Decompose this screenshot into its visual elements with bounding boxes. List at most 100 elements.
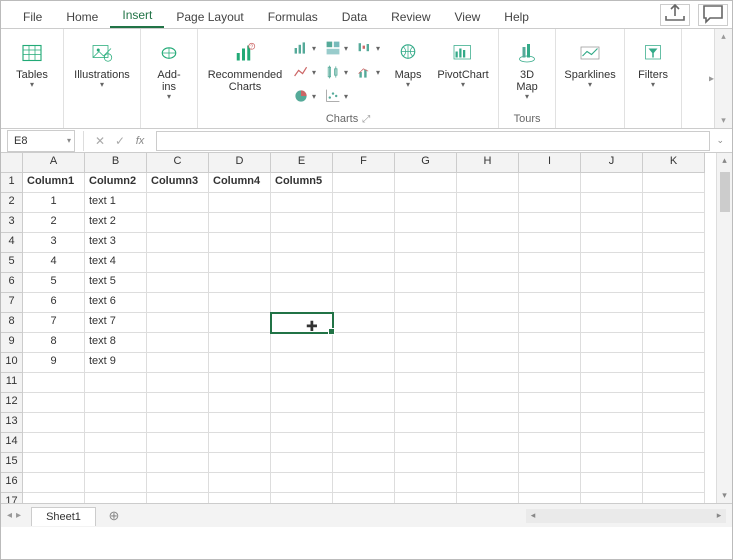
- cell[interactable]: [581, 393, 643, 413]
- formula-expand-icon[interactable]: ⌄: [716, 135, 724, 146]
- sparklines-button[interactable]: Sparklines ▾: [562, 33, 618, 90]
- cell[interactable]: [457, 233, 519, 253]
- cell[interactable]: [457, 453, 519, 473]
- illustrations-button[interactable]: Illustrations ▾: [70, 33, 134, 90]
- row-header[interactable]: 8: [1, 313, 23, 333]
- cell[interactable]: text 4: [85, 253, 147, 273]
- cell[interactable]: [643, 373, 705, 393]
- cell[interactable]: [395, 193, 457, 213]
- cell[interactable]: [271, 493, 333, 503]
- charts-dialog-launcher[interactable]: ⤢: [362, 114, 370, 125]
- cell[interactable]: [333, 233, 395, 253]
- cell[interactable]: [519, 373, 581, 393]
- col-header-h[interactable]: H: [457, 153, 519, 173]
- row-header[interactable]: 6: [1, 273, 23, 293]
- cell[interactable]: [519, 393, 581, 413]
- cell[interactable]: [333, 333, 395, 353]
- cell[interactable]: [271, 213, 333, 233]
- cell[interactable]: Column5: [271, 173, 333, 193]
- vertical-scrollbar[interactable]: ▴ ▾: [716, 153, 732, 503]
- cell[interactable]: [147, 493, 209, 503]
- combo-chart-button[interactable]: ▾: [354, 61, 382, 83]
- recommended-charts-button[interactable]: ? Recommended Charts: [204, 33, 286, 93]
- row-header[interactable]: 1: [1, 173, 23, 193]
- cell[interactable]: [271, 193, 333, 213]
- cell[interactable]: [457, 493, 519, 503]
- cell[interactable]: [581, 253, 643, 273]
- cell[interactable]: [395, 273, 457, 293]
- row-header[interactable]: 13: [1, 413, 23, 433]
- scroll-down-icon[interactable]: ▾: [722, 488, 727, 503]
- scrollbar-thumb[interactable]: [720, 172, 730, 212]
- cell[interactable]: [519, 253, 581, 273]
- cell[interactable]: [643, 253, 705, 273]
- cell[interactable]: [457, 393, 519, 413]
- cell[interactable]: [581, 413, 643, 433]
- cell[interactable]: [23, 453, 85, 473]
- cell[interactable]: [519, 413, 581, 433]
- add-sheet-button[interactable]: ⊕: [106, 508, 122, 524]
- tab-page-layout[interactable]: Page Layout: [164, 5, 255, 28]
- cell[interactable]: [209, 233, 271, 253]
- col-header-i[interactable]: I: [519, 153, 581, 173]
- cell[interactable]: [457, 473, 519, 493]
- cell[interactable]: [457, 173, 519, 193]
- cell[interactable]: [333, 193, 395, 213]
- cell[interactable]: [23, 433, 85, 453]
- cell[interactable]: [271, 473, 333, 493]
- tab-file[interactable]: File: [11, 5, 54, 28]
- cell[interactable]: [85, 453, 147, 473]
- cell[interactable]: [147, 393, 209, 413]
- cell[interactable]: [85, 473, 147, 493]
- cell[interactable]: [519, 193, 581, 213]
- cancel-formula-button[interactable]: ✕: [90, 131, 110, 151]
- cell[interactable]: 2: [23, 213, 85, 233]
- cell[interactable]: [581, 233, 643, 253]
- cell[interactable]: [457, 353, 519, 373]
- cell[interactable]: [333, 293, 395, 313]
- cell[interactable]: [643, 433, 705, 453]
- cell[interactable]: [333, 473, 395, 493]
- cell[interactable]: 3: [23, 233, 85, 253]
- cell[interactable]: [519, 213, 581, 233]
- col-header-g[interactable]: G: [395, 153, 457, 173]
- col-header-j[interactable]: J: [581, 153, 643, 173]
- cell[interactable]: 9: [23, 353, 85, 373]
- cell[interactable]: [643, 413, 705, 433]
- cell[interactable]: [643, 453, 705, 473]
- formula-input[interactable]: [156, 131, 710, 151]
- tab-help[interactable]: Help: [492, 5, 541, 28]
- cell[interactable]: [147, 413, 209, 433]
- cell[interactable]: [457, 313, 519, 333]
- cell[interactable]: text 8: [85, 333, 147, 353]
- cell[interactable]: [643, 233, 705, 253]
- row-header[interactable]: 16: [1, 473, 23, 493]
- cell[interactable]: [581, 273, 643, 293]
- cell[interactable]: [209, 213, 271, 233]
- tab-formulas[interactable]: Formulas: [256, 5, 330, 28]
- cell[interactable]: [85, 413, 147, 433]
- cell[interactable]: [581, 193, 643, 213]
- cell[interactable]: [147, 373, 209, 393]
- cell[interactable]: 8: [23, 333, 85, 353]
- cell[interactable]: [581, 493, 643, 503]
- cell[interactable]: [457, 373, 519, 393]
- cell[interactable]: [395, 393, 457, 413]
- cell[interactable]: [85, 393, 147, 413]
- cell[interactable]: [333, 213, 395, 233]
- cell[interactable]: [643, 273, 705, 293]
- share-button[interactable]: [660, 4, 690, 26]
- col-header-b[interactable]: B: [85, 153, 147, 173]
- cell[interactable]: [147, 253, 209, 273]
- waterfall-chart-button[interactable]: ▾: [354, 37, 382, 59]
- cell[interactable]: [581, 373, 643, 393]
- cell[interactable]: [581, 473, 643, 493]
- cell[interactable]: [519, 473, 581, 493]
- pie-chart-button[interactable]: ▾: [290, 85, 318, 107]
- cell[interactable]: [271, 453, 333, 473]
- cell[interactable]: [395, 473, 457, 493]
- cell[interactable]: text 7: [85, 313, 147, 333]
- cell[interactable]: [147, 333, 209, 353]
- cell[interactable]: [643, 193, 705, 213]
- row-header[interactable]: 7: [1, 293, 23, 313]
